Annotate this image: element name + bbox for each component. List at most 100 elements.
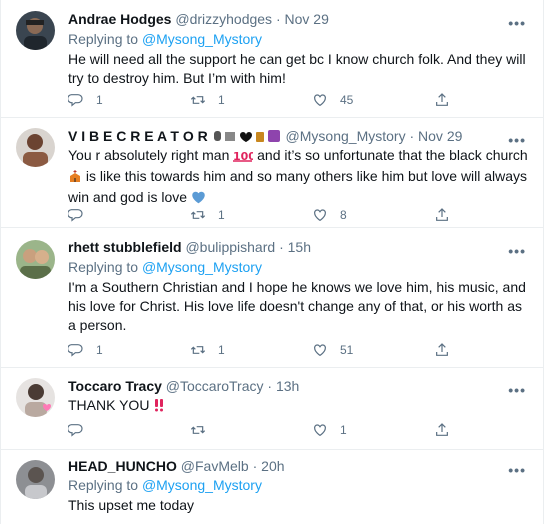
display-name[interactable]: Toccaro Tracy — [68, 378, 162, 394]
tweet[interactable]: HEAD_HUNCHO @FavMelb · 20h ••• Replying … — [1, 450, 543, 524]
more-icon[interactable]: ••• — [508, 15, 526, 31]
more-icon[interactable]: ••• — [508, 462, 526, 478]
retweet-icon — [190, 426, 206, 434]
reply-icon — [68, 424, 83, 437]
like-count: 1 — [340, 423, 347, 437]
reply-icon — [68, 94, 83, 107]
share-icon — [436, 423, 448, 436]
separator-dot: · — [275, 11, 281, 27]
mention-link[interactable]: @Mysong_Mystory — [142, 31, 262, 47]
tweet[interactable]: V I B E C R E A T O R @Mysong_Mystory · … — [1, 118, 543, 228]
user-handle[interactable]: @ToccaroTracy — [166, 378, 264, 394]
reply-button[interactable]: 1 — [68, 90, 103, 110]
mention-link[interactable]: @Mysong_Mystory — [142, 477, 262, 493]
share-button[interactable] — [434, 420, 450, 440]
share-icon — [436, 343, 448, 356]
church-emoji-icon — [68, 169, 82, 188]
tweet-text-part: You r absolutely right man — [68, 147, 230, 163]
reply-icon — [68, 209, 83, 222]
retweet-button[interactable]: 1 — [190, 205, 225, 225]
hundred-emoji-icon: 100 — [233, 148, 257, 167]
replying-to: Replying to @Mysong_Mystory — [68, 259, 262, 275]
tweet-actions: 1 8 — [68, 205, 508, 225]
user-handle[interactable]: @drizzyhodges — [175, 11, 272, 27]
avatar[interactable] — [16, 240, 55, 279]
avatar[interactable] — [16, 460, 55, 499]
retweet-count: 1 — [218, 93, 225, 107]
tweet-text: You r absolutely right man 100 and it’s … — [68, 146, 533, 209]
like-button[interactable]: 51 — [312, 340, 353, 360]
replying-to: Replying to @Mysong_Mystory — [68, 477, 262, 493]
like-count: 8 — [340, 208, 347, 222]
profile-emoji-icons — [212, 129, 282, 146]
tweet-text-part: is like this towards him and so many oth… — [68, 168, 528, 205]
avatar[interactable] — [16, 11, 55, 50]
mention-link[interactable]: @Mysong_Mystory — [142, 259, 262, 275]
timestamp[interactable]: Nov 29 — [285, 11, 329, 27]
separator-dot: · — [252, 458, 258, 474]
tweet-text: This upset me today — [68, 497, 195, 513]
timestamp[interactable]: 15h — [288, 239, 311, 255]
replying-prefix: Replying to — [68, 259, 139, 275]
retweet-button[interactable] — [190, 420, 218, 440]
reply-count: 1 — [96, 93, 103, 107]
tweet-text-part: and it’s so unfortunate that the black c… — [257, 147, 528, 163]
reply-button[interactable] — [68, 205, 96, 225]
share-icon — [436, 208, 448, 221]
user-handle[interactable]: @Mysong_Mystory — [286, 128, 406, 144]
separator-dot: · — [409, 128, 415, 144]
like-icon — [314, 424, 326, 437]
like-icon — [314, 344, 326, 357]
share-button[interactable] — [434, 90, 450, 110]
retweet-button[interactable]: 1 — [190, 90, 225, 110]
retweet-icon — [190, 211, 206, 219]
user-handle[interactable]: @bulippishard — [185, 239, 275, 255]
retweet-icon — [190, 346, 206, 354]
like-icon — [314, 209, 326, 222]
tweet-actions: 1 1 51 — [68, 340, 508, 360]
svg-text:100: 100 — [233, 150, 253, 162]
reply-thread: Andrae Hodges @drizzyhodges · Nov 29 •••… — [0, 0, 544, 524]
tweet-header: HEAD_HUNCHO @FavMelb · 20h ••• — [68, 458, 534, 478]
tweet[interactable]: rhett stubblefield @bulippishard · 15h •… — [1, 228, 543, 368]
user-handle[interactable]: @FavMelb — [181, 458, 249, 474]
tweet[interactable]: Andrae Hodges @drizzyhodges · Nov 29 •••… — [1, 0, 543, 118]
display-name[interactable]: Andrae Hodges — [68, 11, 171, 27]
reply-button[interactable] — [68, 420, 96, 440]
timestamp[interactable]: 20h — [261, 458, 284, 474]
tweet[interactable]: Toccaro Tracy @ToccaroTracy · 13h ••• TH… — [1, 368, 543, 450]
timestamp[interactable]: Nov 29 — [418, 128, 462, 144]
like-button[interactable]: 8 — [312, 205, 347, 225]
tweet-text: I'm a Southern Christian and I hope he k… — [68, 279, 526, 333]
tweet-header: Andrae Hodges @drizzyhodges · Nov 29 ••• — [68, 11, 534, 31]
like-count: 51 — [340, 343, 354, 357]
avatar[interactable] — [16, 378, 55, 417]
reply-count: 1 — [96, 343, 103, 357]
tweet-header: V I B E C R E A T O R @Mysong_Mystory · … — [68, 128, 534, 148]
share-button[interactable] — [434, 340, 450, 360]
timestamp[interactable]: 13h — [276, 378, 299, 394]
more-icon[interactable]: ••• — [508, 243, 526, 259]
tweet-text: He will need all the support he can get … — [68, 51, 526, 86]
replying-prefix: Replying to — [68, 477, 139, 493]
tweet-actions: 1 1 45 — [68, 90, 508, 110]
reply-icon — [68, 344, 83, 357]
tweet-actions: 1 — [68, 420, 508, 440]
retweet-button[interactable]: 1 — [190, 340, 225, 360]
display-name[interactable]: HEAD_HUNCHO — [68, 458, 177, 474]
display-name[interactable]: V I B E C R E A T O R — [68, 128, 208, 144]
share-icon — [436, 93, 448, 106]
tweet-header: rhett stubblefield @bulippishard · 15h •… — [68, 239, 534, 259]
like-button[interactable]: 1 — [312, 420, 347, 440]
display-name[interactable]: rhett stubblefield — [68, 239, 182, 255]
like-icon — [314, 94, 326, 107]
avatar[interactable] — [16, 128, 55, 167]
tweet-header: Toccaro Tracy @ToccaroTracy · 13h ••• — [68, 378, 534, 398]
like-button[interactable]: 45 — [312, 90, 353, 110]
tweet-text-content: THANK YOU — [68, 397, 150, 413]
separator-dot: · — [279, 239, 284, 255]
like-count: 45 — [340, 93, 354, 107]
reply-button[interactable]: 1 — [68, 340, 103, 360]
double-exclamation-icon — [153, 398, 165, 417]
share-button[interactable] — [434, 205, 450, 225]
